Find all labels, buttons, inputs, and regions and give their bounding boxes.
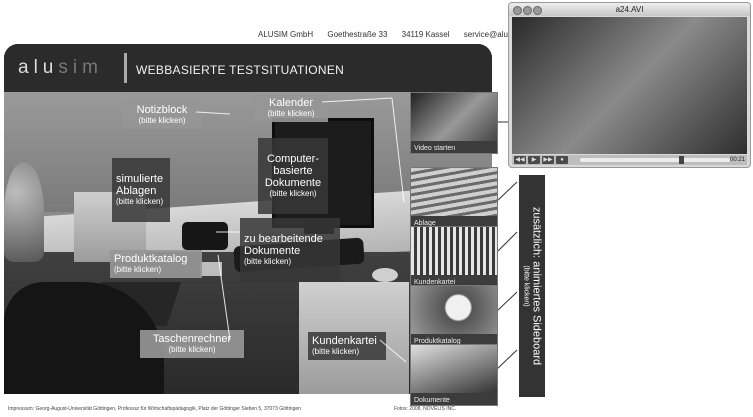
- video-scrubber-knob[interactable]: [678, 156, 684, 164]
- video-title-bar: a24.AVI: [509, 3, 750, 16]
- thumb-dokumente[interactable]: Dokumente: [410, 344, 498, 406]
- video-scrubber[interactable]: [580, 156, 730, 164]
- close-icon[interactable]: [513, 6, 522, 15]
- footer-fotos: Fotos: 2008, NOVELIS INC.: [394, 406, 457, 412]
- minimize-icon[interactable]: [523, 6, 532, 15]
- thumb-video-starten[interactable]: Video starten: [410, 92, 498, 154]
- record-icon[interactable]: ●: [556, 156, 568, 164]
- rewind-icon[interactable]: ◀◀: [514, 156, 526, 164]
- video-player-window: a24.AVI ◀◀ ▶ ▶▶ ● 00:21: [508, 2, 751, 168]
- thumb-ablage[interactable]: Ablage: [410, 167, 498, 229]
- video-filename: a24.AVI: [615, 5, 644, 14]
- zoom-icon[interactable]: [533, 6, 542, 15]
- play-icon[interactable]: ▶: [528, 156, 540, 164]
- video-time: 00:21: [729, 157, 745, 163]
- sideboard-sublabel: (bitte klicken): [522, 265, 530, 307]
- footer-impressum: Impressum: Georg-August-Universität Gött…: [8, 406, 301, 412]
- fast-forward-icon[interactable]: ▶▶: [542, 156, 554, 164]
- thumb-produktkatalog[interactable]: Produktkatalog: [410, 285, 498, 347]
- video-frame: [512, 17, 747, 154]
- video-controls: ◀◀ ▶ ▶▶ ● 00:21: [512, 155, 747, 165]
- thumb-kundenkartei[interactable]: Kundenkartei: [410, 226, 498, 288]
- sideboard-button[interactable]: zusätzlich: animiertes Sideboard (bitte …: [519, 175, 545, 397]
- sideboard-label: zusätzlich: animiertes Sideboard: [530, 206, 543, 366]
